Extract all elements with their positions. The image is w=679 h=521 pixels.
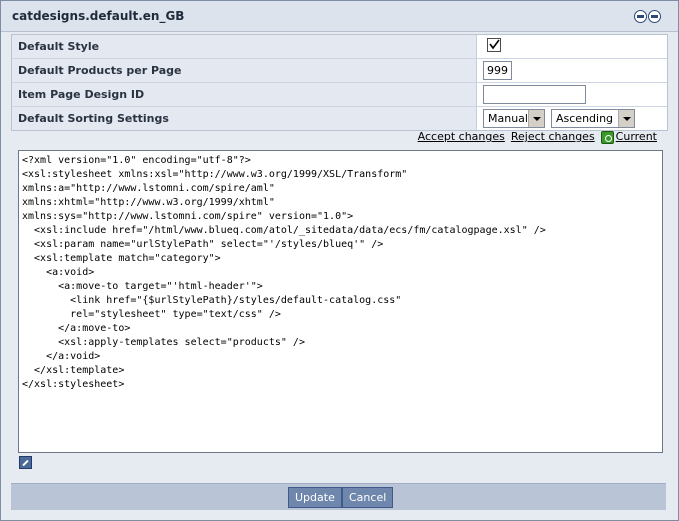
code-line: xmlns:xhtml="http://www.w3.org/1999/xhtm… — [22, 197, 275, 208]
current-icon — [600, 130, 614, 144]
code-line: <xsl:stylesheet xmlns:xsl="http://www.w3… — [22, 169, 408, 180]
prop-row-default-style: Default Style — [12, 35, 667, 59]
default-style-label: Default Style — [12, 35, 477, 58]
code-line: </a:void> — [22, 351, 101, 362]
properties-table: Default Style Default Products per Page … — [11, 34, 668, 131]
default-style-checkbox[interactable] — [487, 38, 501, 52]
code-line: xmlns:sys="http://www.lstomni.com/spire"… — [22, 211, 354, 222]
checkmark-icon — [489, 39, 500, 50]
restore-icon[interactable] — [648, 10, 661, 23]
current-link-label: Current — [615, 130, 657, 143]
chevron-down-icon — [528, 110, 544, 127]
code-line: rel="stylesheet" type="text/css" /> — [22, 309, 281, 320]
code-line: <link href="{$urlStylePath}/styles/defau… — [22, 295, 402, 306]
code-line: <a:move-to target="'html-header'"> — [22, 281, 263, 292]
code-line: <xsl:template match="category"> — [22, 253, 221, 264]
products-per-page-label: Default Products per Page — [12, 59, 477, 82]
prop-row-item-page: Item Page Design ID — [12, 83, 667, 107]
code-line: <?xml version="1.0" encoding="utf-8"?> — [22, 155, 251, 166]
code-line: xmlns:a="http://www.lstomni.com/spire/am… — [22, 183, 275, 194]
code-line: </a:move-to> — [22, 323, 131, 334]
title-bar: catdesigns.default.en_GB — [1, 1, 678, 32]
action-links: Accept changes Reject changes Current — [418, 130, 657, 144]
item-page-label: Item Page Design ID — [12, 83, 477, 106]
item-page-input[interactable] — [483, 85, 586, 104]
sort-order-select[interactable]: Ascending — [551, 109, 635, 128]
code-line: </xsl:stylesheet> — [22, 379, 125, 390]
edit-icon[interactable] — [19, 456, 32, 469]
sort-field-value: Manual — [488, 112, 528, 125]
code-text: <?xml version="1.0" encoding="utf-8"?> <… — [22, 154, 546, 392]
sort-field-select[interactable]: Manual — [483, 109, 545, 128]
xsl-code-editor[interactable]: <?xml version="1.0" encoding="utf-8"?> <… — [18, 150, 663, 453]
code-line: </xsl:template> — [22, 365, 125, 376]
dialog-window: catdesigns.default.en_GB Default Style D… — [0, 0, 679, 521]
cancel-button[interactable]: Cancel — [342, 487, 394, 508]
sort-order-value: Ascending — [556, 112, 614, 125]
chevron-down-icon — [618, 110, 634, 127]
current-link[interactable]: Current — [600, 130, 657, 144]
code-line: <xsl:include href="/html/www.blueq.com/a… — [22, 225, 546, 236]
prop-row-sorting: Default Sorting Settings Manual Ascendin… — [12, 107, 667, 130]
code-line: <xsl:param name="urlStylePath" select="'… — [22, 239, 384, 250]
window-title: catdesigns.default.en_GB — [12, 9, 185, 23]
code-line: <xsl:apply-templates select="products" /… — [22, 337, 305, 348]
code-line: <a:void> — [22, 267, 95, 278]
reject-changes-link[interactable]: Reject changes — [511, 130, 595, 143]
prop-row-products-per-page: Default Products per Page 999 — [12, 59, 667, 83]
sorting-label: Default Sorting Settings — [12, 107, 477, 130]
update-button[interactable]: Update — [288, 487, 342, 508]
products-per-page-input[interactable]: 999 — [483, 61, 512, 80]
footer-bar: Update Cancel — [11, 483, 666, 510]
minimize-icon[interactable] — [634, 10, 647, 23]
accept-changes-link[interactable]: Accept changes — [418, 130, 505, 143]
